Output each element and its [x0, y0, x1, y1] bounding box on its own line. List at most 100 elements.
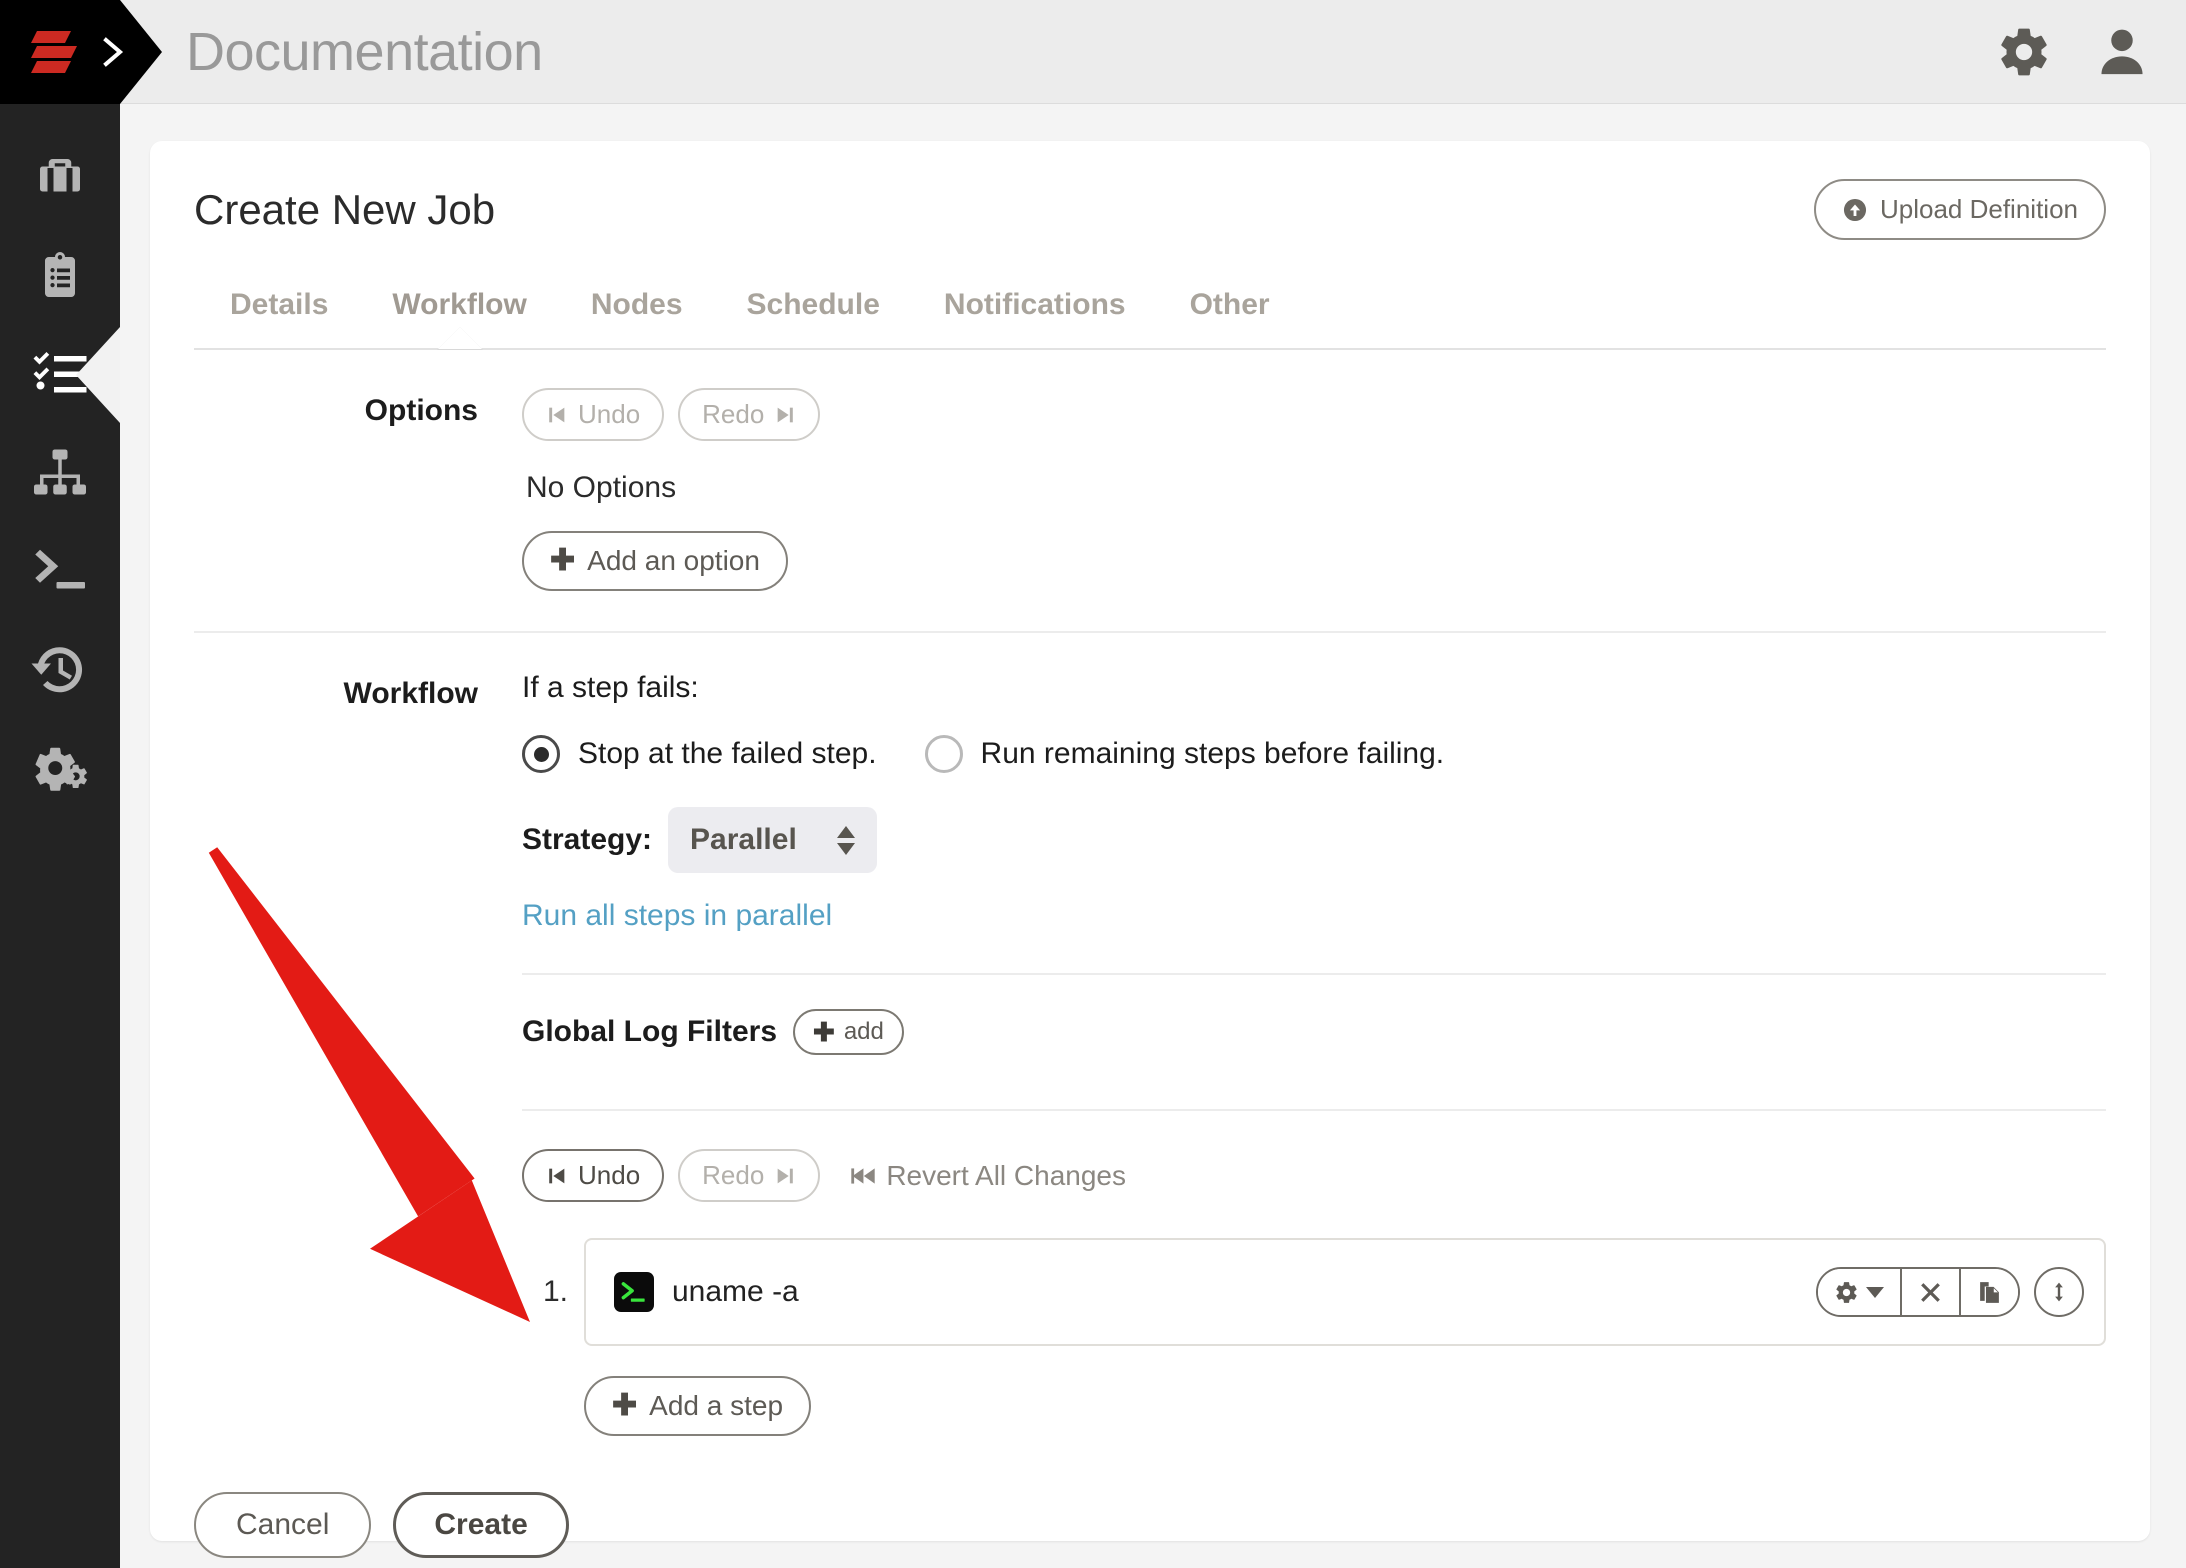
options-row: Options Undo Redo No Options ✚ Add an op…: [194, 350, 2106, 591]
radio-circle-unselected: [924, 735, 963, 773]
upload-circle-icon: [1843, 198, 1867, 221]
add-a-step-label: Add a step: [649, 1390, 784, 1421]
radio-run-remaining-steps[interactable]: Run remaining steps before failing.: [924, 735, 1445, 773]
workflow-step-command: uname -a: [672, 1275, 799, 1308]
options-undo-redo-group: Undo Redo: [522, 388, 2106, 441]
no-options-text: No Options: [526, 471, 677, 504]
cancel-button[interactable]: Cancel: [194, 1492, 372, 1558]
main-content: Create New Job Upload Definition Details…: [120, 105, 2186, 1568]
strategy-select[interactable]: Parallel: [668, 807, 877, 873]
step-reorder-handle[interactable]: [2034, 1267, 2084, 1317]
step-forward-icon: [777, 1168, 794, 1183]
global-log-filters-add-button[interactable]: ✚ add: [793, 1009, 904, 1055]
step-backward-icon: [549, 407, 565, 422]
card-footer-buttons: Cancel Create: [194, 1436, 2106, 1558]
steps-undo-redo-bar: Undo Redo Revert All Changes: [522, 1149, 2106, 1202]
gears-icon: [35, 747, 87, 791]
radio-stop-at-failed-step[interactable]: Stop at the failed step.: [522, 735, 877, 773]
logfilters-steps-divider: [522, 1109, 2106, 1111]
page-breadcrumb-title: Documentation: [186, 21, 543, 82]
job-tabs: Details Workflow Nodes Schedule Notifica…: [194, 288, 2106, 348]
strategy-row: Strategy: Parallel: [522, 807, 2106, 873]
step-delete-button[interactable]: [1902, 1269, 1961, 1315]
strategy-hint-link[interactable]: Run all steps in parallel: [522, 899, 2106, 933]
plus-icon: ✚: [550, 544, 576, 577]
add-an-option-button[interactable]: ✚ Add an option: [522, 531, 788, 591]
rundeck-logo-icon: [31, 30, 77, 73]
clipboard-list-icon: [45, 252, 75, 297]
arrows-updown-icon: [2055, 1282, 2063, 1302]
radio-dot: [533, 746, 549, 762]
step-action-group: [1816, 1267, 2020, 1317]
tab-notifications[interactable]: Notifications: [912, 288, 1158, 348]
add-a-step-button[interactable]: ✚ Add a step: [584, 1376, 812, 1436]
workflow-row: Workflow If a step fails: Stop at the fa…: [194, 633, 2106, 1436]
tab-other[interactable]: Other: [1158, 288, 1302, 348]
card-header: Create New Job Upload Definition: [194, 141, 2106, 240]
revert-all-changes-label: Revert All Changes: [886, 1159, 1126, 1191]
global-log-filters-row: Global Log Filters ✚ add: [522, 975, 2106, 1055]
plus-icon: ✚: [612, 1389, 638, 1422]
tab-workflow[interactable]: Workflow: [360, 288, 558, 348]
step-number: 1.: [542, 1275, 568, 1308]
gear-icon: [1836, 1281, 1857, 1303]
radio-run-remaining-label: Run remaining steps before failing.: [980, 737, 1445, 770]
revert-all-changes-button[interactable]: Revert All Changes: [850, 1160, 1126, 1192]
page-title: Create New Job: [194, 186, 496, 233]
options-redo-label: Redo: [702, 399, 765, 429]
active-indicator-notch: [76, 327, 120, 423]
upload-definition-button[interactable]: Upload Definition: [1813, 179, 2106, 240]
radio-stop-label: Stop at the failed step.: [578, 737, 877, 770]
tab-schedule[interactable]: Schedule: [715, 288, 912, 348]
sidebar-item-settings[interactable]: [0, 718, 120, 816]
failure-behavior-radios: Stop at the failed step. Run remaining s…: [522, 735, 2106, 773]
tab-details[interactable]: Details: [194, 288, 360, 348]
steps-undo-button[interactable]: Undo: [522, 1149, 665, 1202]
sitemap-icon: [34, 449, 86, 495]
options-label: Options: [364, 394, 478, 427]
tab-nodes[interactable]: Nodes: [559, 288, 715, 348]
sidebar-item-activity[interactable]: [0, 228, 120, 326]
create-button[interactable]: Create: [393, 1492, 569, 1558]
if-step-fails-label: If a step fails:: [522, 671, 699, 704]
top-header: Documentation: [0, 0, 2186, 104]
chevron-down-icon: [1866, 1286, 1884, 1298]
step-duplicate-button[interactable]: [1961, 1269, 2018, 1315]
briefcase-icon: [40, 159, 80, 192]
options-body: Undo Redo No Options ✚ Add an option: [522, 388, 2106, 591]
strategy-selected-value: Parallel: [690, 823, 797, 856]
options-redo-button[interactable]: Redo: [678, 388, 821, 441]
chevron-right-icon: [103, 36, 124, 67]
create-job-card: Create New Job Upload Definition Details…: [150, 141, 2150, 1558]
workflow-label: Workflow: [343, 677, 478, 710]
step-forward-icon: [777, 407, 794, 422]
workflow-step-actions: [1816, 1267, 2084, 1317]
options-undo-button[interactable]: Undo: [522, 388, 665, 441]
close-x-icon: [1921, 1282, 1940, 1302]
steps-redo-button[interactable]: Redo: [678, 1149, 821, 1202]
sidebar-item-nodes[interactable]: [0, 424, 120, 522]
gear-icon[interactable]: [1996, 24, 2052, 80]
step-backward-icon: [549, 1168, 565, 1183]
left-sidebar: [0, 104, 120, 1568]
sidebar-item-jobs[interactable]: [0, 326, 120, 424]
global-log-filters-add-label: add: [843, 1018, 884, 1045]
terminal-icon: [35, 549, 85, 589]
user-icon[interactable]: [2094, 24, 2150, 80]
fast-backward-icon: [851, 1167, 876, 1184]
steps-redo-label: Redo: [702, 1160, 765, 1190]
options-undo-label: Undo: [578, 399, 641, 429]
step-settings-dropdown-button[interactable]: [1818, 1269, 1902, 1315]
duplicate-icon: [1980, 1281, 1999, 1303]
history-icon: [31, 647, 83, 693]
upload-definition-label: Upload Definition: [1879, 194, 2078, 224]
sidebar-item-history[interactable]: [0, 620, 120, 718]
strategy-label: Strategy:: [522, 823, 653, 856]
sidebar-item-jobs-overview[interactable]: [0, 130, 120, 228]
steps-undo-label: Undo: [578, 1160, 641, 1190]
global-log-filters-label: Global Log Filters: [522, 1015, 778, 1048]
sidebar-item-commands[interactable]: [0, 522, 120, 620]
global-log-filters-header: Global Log Filters ✚ add: [522, 1009, 904, 1055]
workflow-step-item[interactable]: uname -a: [584, 1238, 2106, 1346]
rundeck-logo-block[interactable]: [0, 0, 162, 104]
